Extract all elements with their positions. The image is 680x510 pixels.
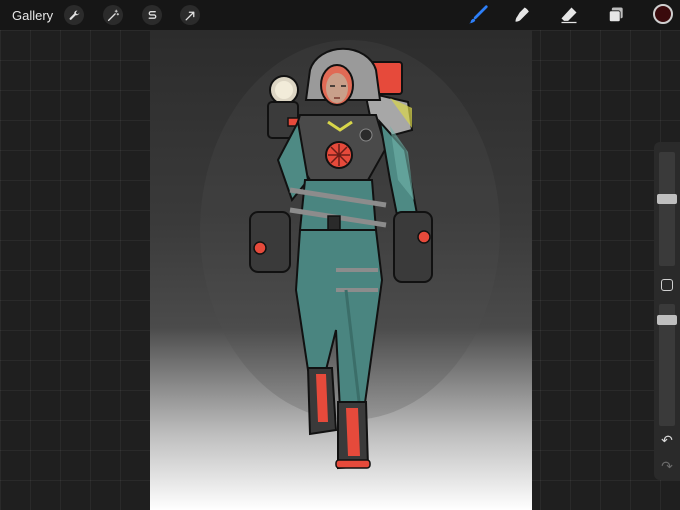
transform-button[interactable] <box>180 5 200 25</box>
redo-icon: ↷ <box>661 457 673 474</box>
selection-s-icon <box>148 10 156 19</box>
drawing-canvas[interactable] <box>150 30 532 510</box>
modify-button[interactable] <box>661 279 673 291</box>
brush-button[interactable] <box>466 3 490 27</box>
actions-button[interactable] <box>64 5 84 25</box>
redo-button[interactable]: ↷ <box>659 458 675 474</box>
brush-size-slider[interactable] <box>657 152 677 266</box>
character-illustration <box>200 40 500 470</box>
undo-icon: ↶ <box>661 431 673 448</box>
smudge-icon <box>515 7 529 22</box>
smudge-button[interactable] <box>511 3 535 27</box>
adjustments-button[interactable] <box>103 5 123 25</box>
gallery-button[interactable]: Gallery <box>12 8 53 23</box>
top-toolbar: Gallery <box>0 0 680 30</box>
layers-icon <box>608 7 623 23</box>
brush-size-thumb[interactable] <box>657 194 677 204</box>
undo-button[interactable]: ↶ <box>659 432 675 448</box>
wrench-icon <box>69 10 79 20</box>
magic-wand-icon <box>107 9 119 21</box>
arrow-cursor-icon <box>185 11 194 20</box>
color-swatch[interactable] <box>653 4 673 24</box>
eraser-icon <box>561 7 577 24</box>
brush-opacity-thumb[interactable] <box>657 315 677 325</box>
eraser-button[interactable] <box>557 3 581 27</box>
brush-icon <box>468 5 488 24</box>
right-sidebar: ↶ ↷ <box>654 142 680 480</box>
brush-opacity-slider[interactable] <box>657 304 677 426</box>
layers-button[interactable] <box>604 3 628 27</box>
selection-button[interactable] <box>142 5 162 25</box>
